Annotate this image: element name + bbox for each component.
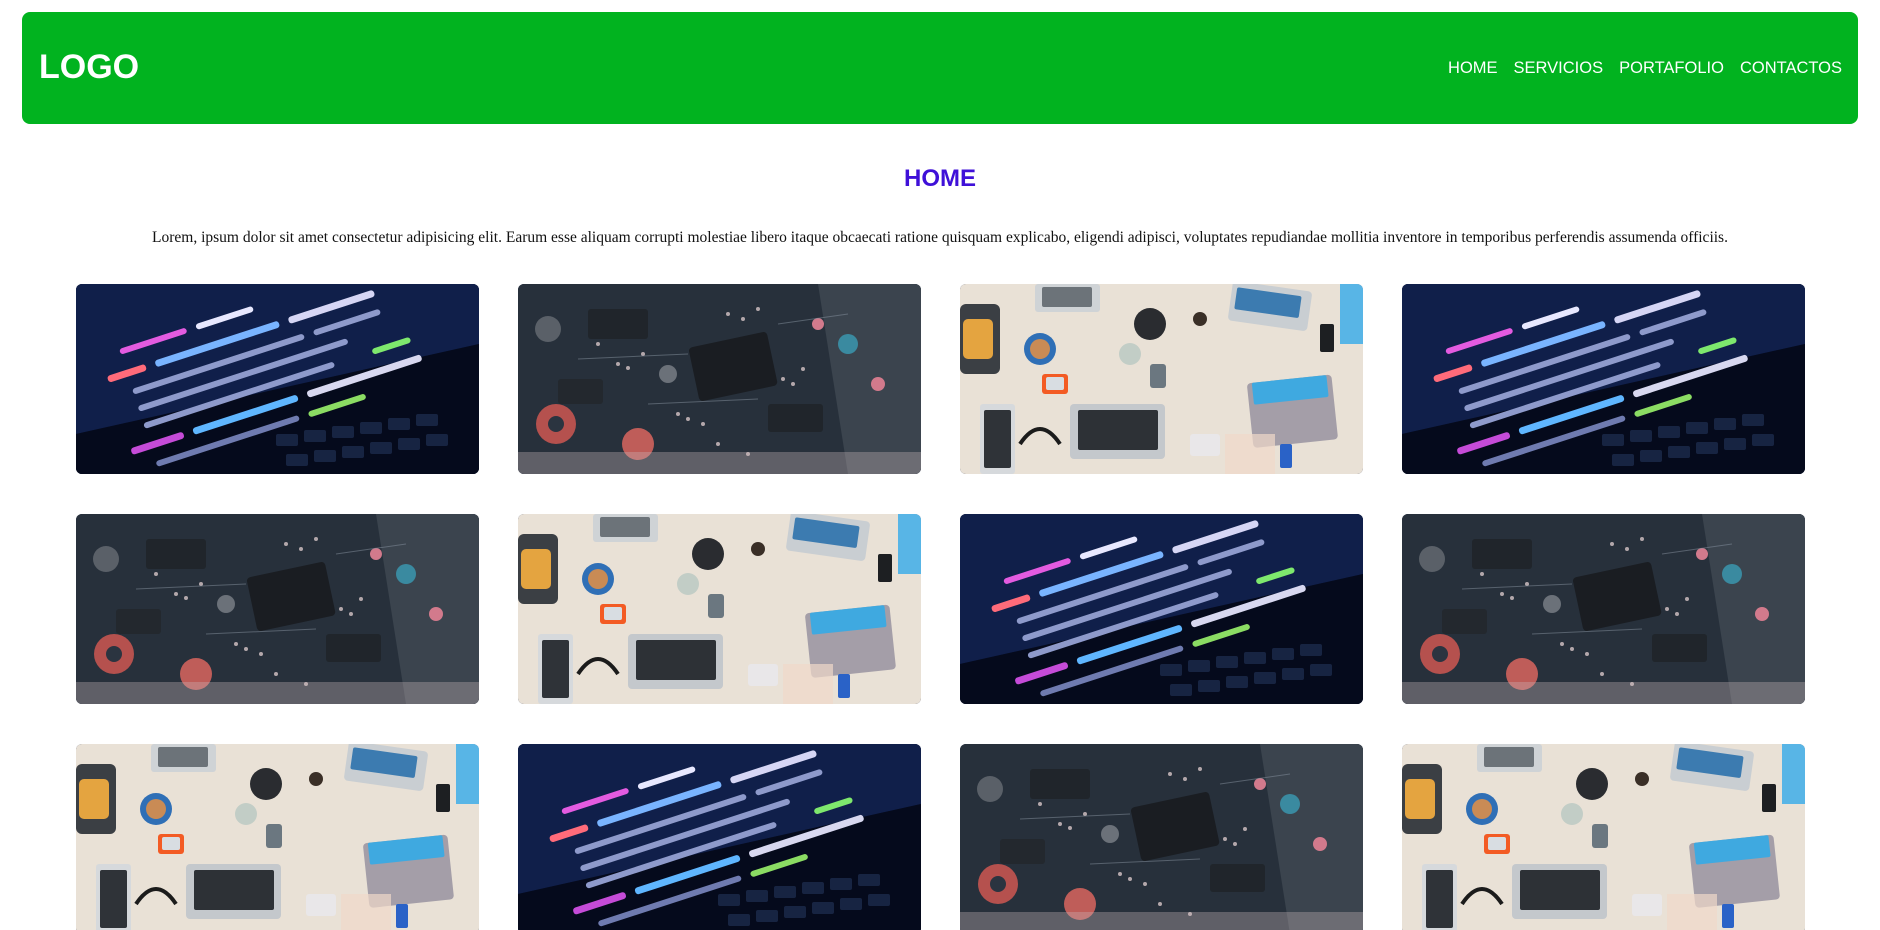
gallery-item[interactable]: [960, 514, 1363, 704]
code-screen-image: [518, 744, 921, 930]
page-title: HOME: [904, 165, 976, 192]
gallery-item[interactable]: [1402, 744, 1805, 930]
gallery-item[interactable]: [960, 744, 1363, 930]
gallery-item[interactable]: [1402, 514, 1805, 704]
main-nav: HOME SERVICIOS PORTAFOLIO CONTACTOS: [1448, 60, 1842, 77]
nav-home-link[interactable]: HOME: [1448, 60, 1498, 77]
circuit-board-image: [76, 514, 479, 704]
gallery-item[interactable]: [960, 284, 1363, 474]
nav-servicios-link[interactable]: SERVICIOS: [1514, 60, 1604, 77]
code-screen-image: [960, 514, 1363, 704]
code-screen-image: [1402, 284, 1805, 474]
code-screen-image: [76, 284, 479, 474]
gallery-item[interactable]: [76, 284, 479, 474]
workspace-desk-image: [76, 744, 479, 930]
nav-portafolio-link[interactable]: PORTAFOLIO: [1619, 60, 1724, 77]
nav-contactos-link[interactable]: CONTACTOS: [1740, 60, 1842, 77]
gallery-item[interactable]: [518, 284, 921, 474]
workspace-desk-image: [518, 514, 921, 704]
site-header: LOGO HOME SERVICIOS PORTAFOLIO CONTACTOS: [22, 12, 1858, 124]
gallery-item[interactable]: [76, 514, 479, 704]
logo[interactable]: LOGO: [39, 50, 139, 84]
gallery-item[interactable]: [518, 744, 921, 930]
image-gallery: [76, 284, 1807, 930]
workspace-desk-image: [1402, 744, 1805, 930]
workspace-desk-image: [960, 284, 1363, 474]
circuit-board-image: [518, 284, 921, 474]
gallery-item[interactable]: [1402, 284, 1805, 474]
intro-paragraph: Lorem, ipsum dolor sit amet consectetur …: [152, 229, 1728, 246]
gallery-item[interactable]: [518, 514, 921, 704]
gallery-item[interactable]: [76, 744, 479, 930]
circuit-board-image: [960, 744, 1363, 930]
circuit-board-image: [1402, 514, 1805, 704]
